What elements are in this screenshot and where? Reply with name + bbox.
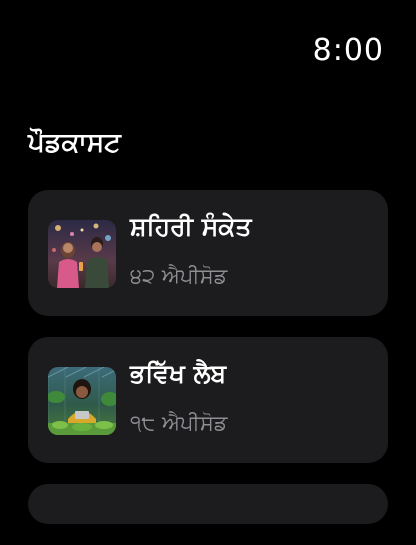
podcast-card[interactable]: ਸ਼ਹਿਰੀ ਸੰਕੇਤ ੪੨ ਐਪੀਸੋਡ xyxy=(28,190,388,316)
podcast-card[interactable]: ਭਵਿੱਖ ਲੈਬ ੧੮ ਐਪੀਸੋਡ xyxy=(28,337,388,463)
status-bar: 8:00 xyxy=(0,0,416,80)
podcast-title: ਸ਼ਹਿਰੀ ਸੰਕੇਤ xyxy=(130,212,252,241)
podcast-list[interactable]: ਸ਼ਹਿਰੀ ਸੰਕੇਤ ੪੨ ਐਪੀਸੋਡ ਭਵਿੱਖ ਲੈਬ ੧੮ ਐਪੀਸ… xyxy=(28,190,388,545)
episode-count: ੪੨ ਐਪੀਸੋਡ xyxy=(130,264,228,288)
podcast-artwork xyxy=(48,220,116,288)
podcast-card[interactable] xyxy=(28,484,388,524)
episode-count: ੧੮ ਐਪੀਸੋਡ xyxy=(130,411,228,435)
status-time: 8:00 xyxy=(312,33,384,68)
podcast-title: ਭਵਿੱਖ ਲੈਬ xyxy=(130,359,227,388)
page-title: ਪੌਡਕਾਸਟ xyxy=(28,128,121,158)
podcast-artwork xyxy=(48,367,116,435)
